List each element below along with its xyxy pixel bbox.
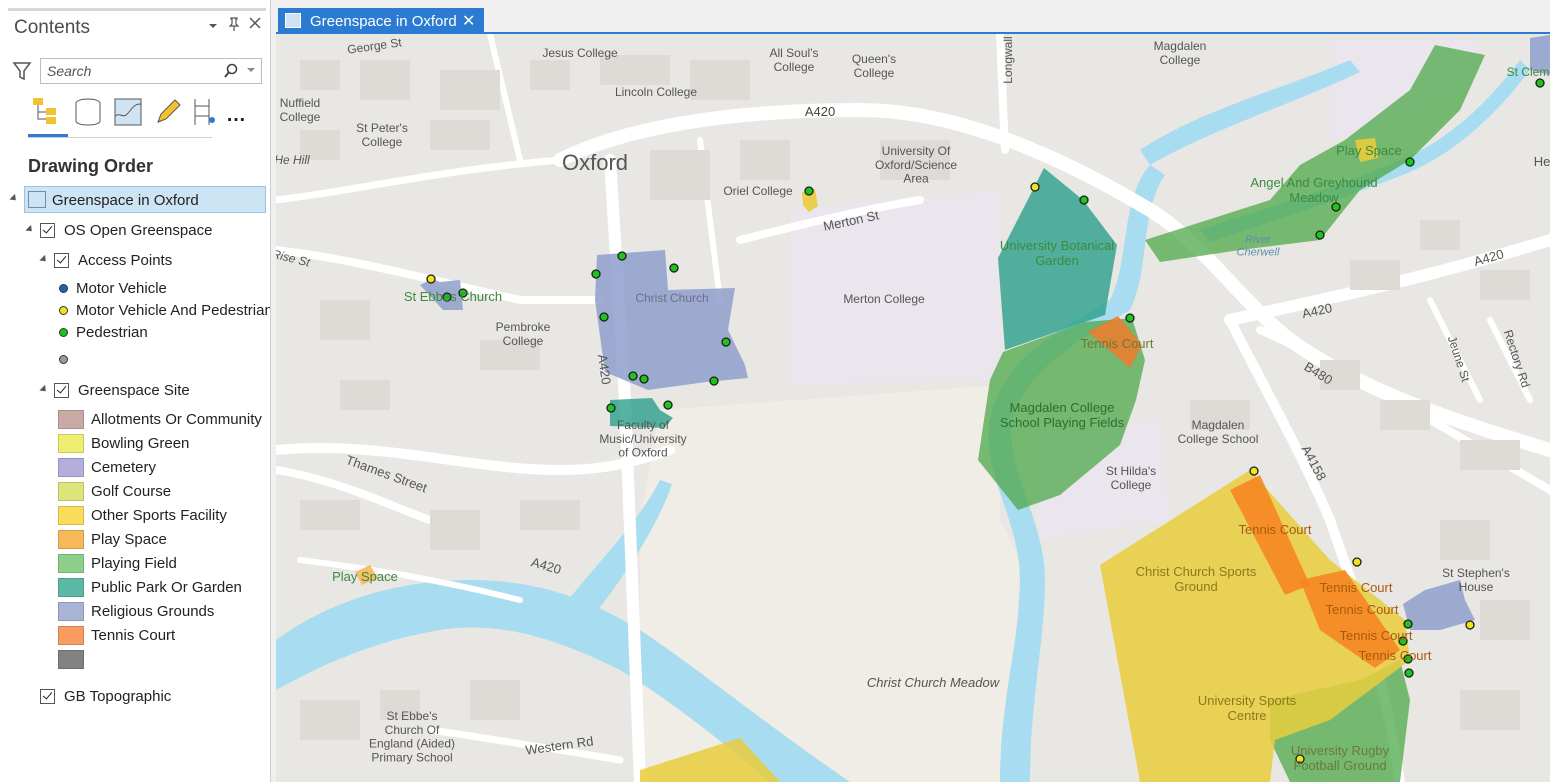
map-label: He Hill <box>276 153 310 167</box>
legend-swatch <box>58 578 84 597</box>
search-dropdown-icon[interactable] <box>247 68 255 72</box>
legend-label: Other Sports Facility <box>91 507 227 524</box>
legend-dot-motor-vehicle-and-pedestrian <box>59 306 68 315</box>
layer-visibility-checkbox[interactable] <box>54 253 69 268</box>
map-label: Tennis Court <box>1359 648 1432 663</box>
map-label: St Hilda's College <box>1106 464 1156 492</box>
map-label: Tennis Court <box>1239 522 1312 537</box>
toolbar-divider <box>28 137 212 138</box>
legend-label: Public Park Or Garden <box>91 579 242 596</box>
active-tool-indicator <box>28 134 68 137</box>
search-field[interactable] <box>40 58 262 84</box>
layer-visibility-checkbox[interactable] <box>54 383 69 398</box>
map-label: Tennis Court <box>1320 580 1393 595</box>
list-by-snapping-icon[interactable] <box>190 96 222 128</box>
legend-swatch <box>58 458 84 477</box>
pane-grip[interactable] <box>8 8 266 11</box>
greenspace-layer-label: Greenspace Site <box>78 382 190 399</box>
map-label: All Soul's College <box>770 46 819 74</box>
legend-swatch <box>58 554 84 573</box>
map-label: Tennis Court <box>1081 336 1154 351</box>
map-icon <box>28 191 46 208</box>
legend-label-motor-vehicle-and-pedestrian: Motor Vehicle And Pedestrian <box>76 302 271 319</box>
list-by-editing-icon[interactable] <box>152 96 184 128</box>
expand-chevron-icon[interactable] <box>39 254 49 265</box>
legend-dot-other <box>59 355 68 364</box>
filter-icon[interactable] <box>12 60 32 82</box>
legend-dot-motor-vehicle <box>59 284 68 293</box>
map-label: Nuffield College <box>280 96 321 124</box>
map-label: Merton College <box>843 292 925 306</box>
map-item-label: Greenspace in Oxford <box>52 192 199 209</box>
legend-swatch <box>58 602 84 621</box>
legend-label: Playing Field <box>91 555 177 572</box>
legend-label: Bowling Green <box>91 435 190 452</box>
access-points-layer-label: Access Points <box>78 252 173 269</box>
contents-pane: Contents … Drawing Order Greenspace in O <box>0 0 271 782</box>
layer-visibility-checkbox[interactable] <box>40 689 55 704</box>
map-label: Tennis Court <box>1326 602 1399 617</box>
map-canvas[interactable]: George St Jesus College All Soul's Colleg… <box>276 34 1550 782</box>
legend-label: Tennis Court <box>91 627 176 644</box>
search-input[interactable] <box>47 62 217 80</box>
map-label: He <box>1534 154 1550 169</box>
legend-label-motor-vehicle: Motor Vehicle <box>76 280 167 297</box>
close-tab-icon[interactable]: ✕ <box>462 11 475 31</box>
map-label: University Rugby Football Ground <box>1291 743 1390 773</box>
map-label: St Peter's College <box>356 121 408 149</box>
map-label: Magdalen College School Playing Fields <box>1000 400 1125 430</box>
map-label: Lincoln College <box>615 85 697 99</box>
basemap-layer-label: GB Topographic <box>64 688 172 705</box>
expand-chevron-icon[interactable] <box>39 384 49 395</box>
close-icon[interactable] <box>248 16 262 33</box>
legend-label: Golf Course <box>91 483 172 500</box>
map-label: Magdalen College <box>1154 39 1207 67</box>
pane-title: Contents <box>14 17 91 38</box>
map-label: A420 <box>805 104 835 119</box>
search-icon[interactable] <box>223 63 239 84</box>
tab-greenspace-in-oxford[interactable]: Greenspace in Oxford ✕ <box>278 8 484 34</box>
map-icon <box>285 13 301 28</box>
pane-options-chevron-icon[interactable] <box>207 18 219 34</box>
legend-label: Play Space <box>91 531 167 548</box>
legend-swatch <box>58 506 84 525</box>
group-layer-label: OS Open Greenspace <box>64 222 213 239</box>
map-label: Christ Church <box>635 291 708 305</box>
legend-label: Religious Grounds <box>91 603 215 620</box>
drawing-order-heading: Drawing Order <box>28 156 154 176</box>
legend-swatch <box>58 410 84 429</box>
map-label: Tennis Court <box>1340 628 1413 643</box>
map-label: St Ebbes Church <box>404 289 502 304</box>
map-label: Play Space <box>1336 143 1402 158</box>
legend-swatch <box>58 650 84 669</box>
expand-chevron-icon[interactable] <box>25 224 35 235</box>
legend-dot-pedestrian <box>59 328 68 337</box>
legend-label-pedestrian: Pedestrian <box>76 324 148 341</box>
map-view[interactable]: George St Jesus College All Soul's Colleg… <box>276 34 1550 782</box>
legend-label: Allotments Or Community <box>91 411 262 428</box>
legend-swatch <box>58 482 84 501</box>
map-label: Oriel College <box>723 184 793 198</box>
map-label: Play Space <box>332 569 398 584</box>
map-label: Oxford <box>562 150 628 175</box>
map-label: Christ Church Meadow <box>867 675 1001 690</box>
legend-swatch <box>58 434 84 453</box>
list-by-data-source-icon[interactable] <box>72 96 104 128</box>
legend-swatch <box>58 530 84 549</box>
legend-swatch <box>58 626 84 645</box>
map-label: Pembroke College <box>496 320 551 348</box>
layer-visibility-checkbox[interactable] <box>40 223 55 238</box>
legend-label: Cemetery <box>91 459 157 476</box>
map-label: Jesus College <box>542 46 618 60</box>
more-options-icon[interactable]: … <box>226 104 258 136</box>
expand-chevron-icon[interactable] <box>9 193 19 204</box>
list-by-selection-icon[interactable] <box>112 96 144 128</box>
tab-label: Greenspace in Oxford <box>310 13 457 30</box>
map-label: St Clem <box>1507 65 1550 79</box>
list-by-drawing-order-icon[interactable] <box>30 96 62 128</box>
pin-icon[interactable] <box>227 16 241 35</box>
map-label: Queen's College <box>852 52 896 80</box>
map-label: Longwall <box>1001 36 1015 83</box>
